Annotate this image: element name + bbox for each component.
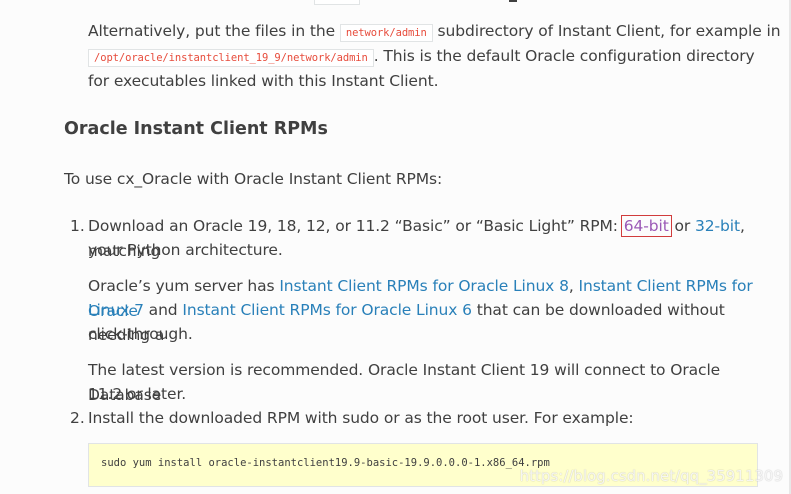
link-32-bit[interactable]: 32-bit xyxy=(695,217,740,235)
list-number-2: 2. xyxy=(70,409,85,427)
latest-line-2: 11.2 or later. xyxy=(88,385,187,403)
yum-line-3: click-through. xyxy=(88,325,193,343)
step1-line-2: your Python architecture. xyxy=(88,241,283,259)
inline-code-admin-path: /opt/oracle/instantclient_19_9/network/a… xyxy=(88,49,374,67)
link-rpms-oracle-linux-6[interactable]: Instant Client RPMs for Oracle Linux 6 xyxy=(182,301,472,319)
step2-text: Install the downloaded RPM with sudo or … xyxy=(88,409,634,427)
intro-line-1: Alternatively, put the files in the netw… xyxy=(88,22,781,42)
intro-line-2: /opt/oracle/instantclient_19_9/network/a… xyxy=(88,44,755,71)
intro-line-3: for executables linked with this Instant… xyxy=(88,72,439,90)
latest-line-1: The latest version is recommended. Oracl… xyxy=(88,361,721,404)
link-rpms-oracle-linux-7-cont[interactable]: Linux 7 xyxy=(88,301,144,319)
list-number-1: 1. xyxy=(70,217,85,235)
code-block-text: sudo yum install oracle-instantclient19.… xyxy=(101,457,550,469)
cut-off-code-fragment xyxy=(314,0,360,5)
documentation-page: Alternatively, put the files in the netw… xyxy=(0,0,791,494)
link-rpms-oracle-linux-8[interactable]: Instant Client RPMs for Oracle Linux 8 xyxy=(279,277,569,295)
cut-off-text-fragment xyxy=(509,0,517,2)
section-heading: Oracle Instant Client RPMs xyxy=(64,119,328,139)
link-64-bit[interactable]: 64-bit xyxy=(620,215,672,237)
yum-line-2: Linux 7 and Instant Client RPMs for Orac… xyxy=(88,301,725,344)
code-block: sudo yum install oracle-instantclient19.… xyxy=(88,443,758,487)
lead-paragraph: To use cx_Oracle with Oracle Instant Cli… xyxy=(64,170,443,188)
inline-code-network-admin: network/admin xyxy=(339,24,433,42)
